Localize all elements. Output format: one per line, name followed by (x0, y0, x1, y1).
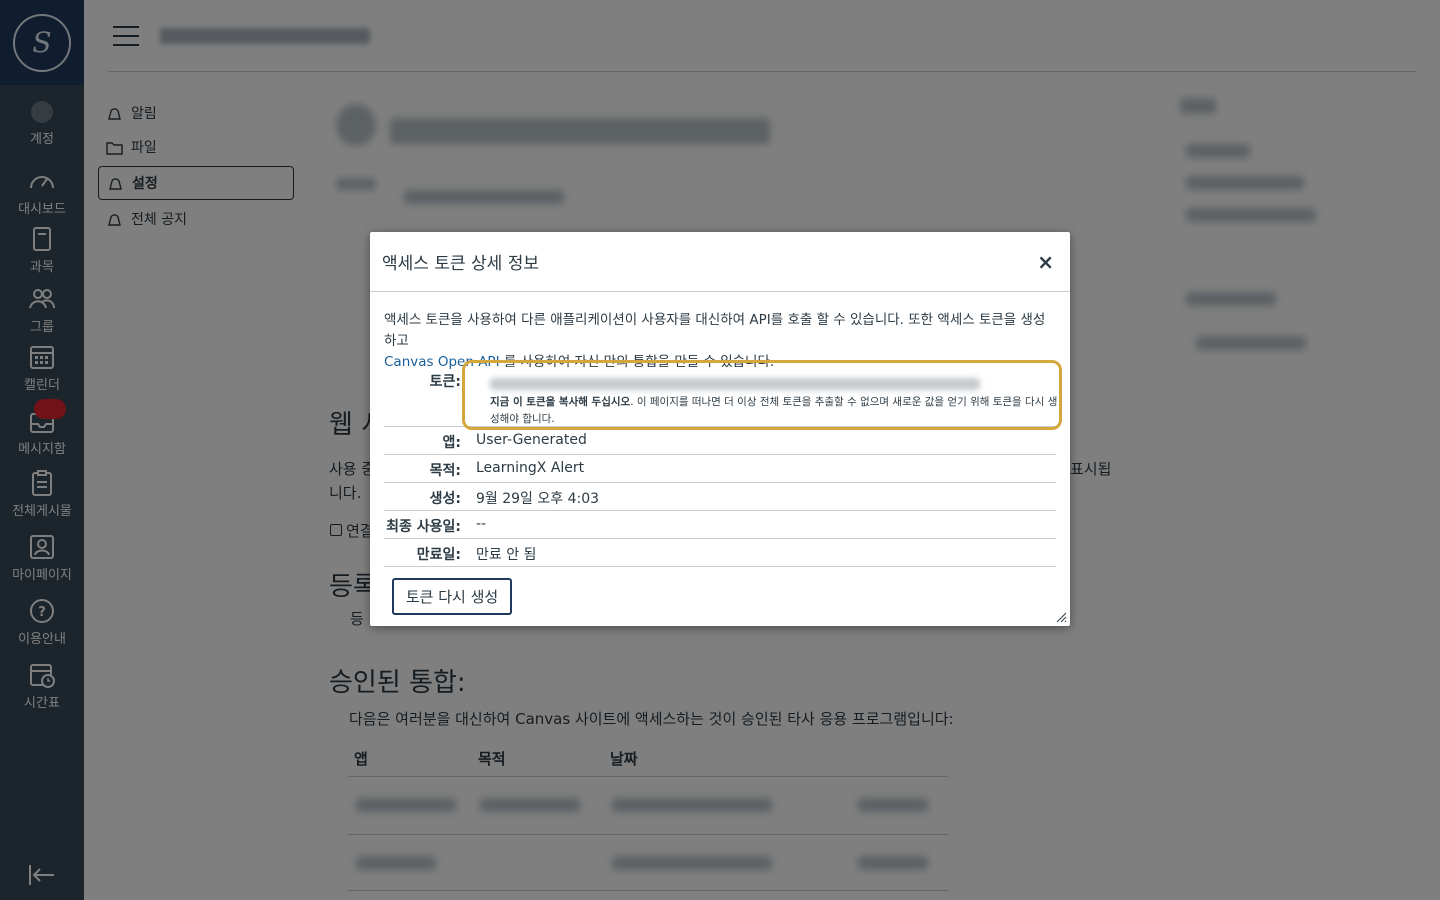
table-row: 만료일: 만료 안 됨 (384, 539, 1056, 567)
app-value: User-Generated (476, 432, 587, 448)
last-used-label: 최종 사용일: (386, 519, 461, 535)
last-used-value: -- (476, 516, 487, 532)
access-token-details-dialog: 액세스 토큰 상세 정보 × 액세스 토큰을 사용하여 다른 애플리케이션이 사… (370, 232, 1070, 626)
regenerate-token-button[interactable]: 토큰 다시 생성 (392, 578, 512, 615)
resize-grip-icon[interactable] (1055, 611, 1067, 623)
expires-value: 만료 안 됨 (476, 547, 537, 563)
table-row: 최종 사용일: -- (384, 511, 1056, 539)
dialog-title: 액세스 토큰 상세 정보 (382, 254, 539, 274)
token-label: 토큰: (429, 374, 461, 390)
purpose-value: LearningX Alert (476, 460, 585, 476)
description-line: 액세스 토큰을 사용하여 다른 애플리케이션이 사용자를 대신하여 API를 호… (384, 312, 1046, 349)
dialog-header: 액세스 토큰 상세 정보 × (370, 232, 1070, 292)
app-label: 앱: (442, 435, 461, 451)
table-row: 앱: User-Generated (384, 427, 1056, 455)
created-label: 생성: (429, 491, 461, 507)
table-row: 목적: LearningX Alert (384, 455, 1056, 483)
token-highlight-box (462, 360, 1062, 430)
close-icon[interactable]: × (1033, 250, 1058, 274)
expires-label: 만료일: (416, 547, 461, 563)
table-row: 생성: 9월 29일 오후 4:03 (384, 483, 1056, 511)
purpose-label: 목적: (429, 463, 461, 479)
created-value: 9월 29일 오후 4:03 (476, 491, 600, 507)
